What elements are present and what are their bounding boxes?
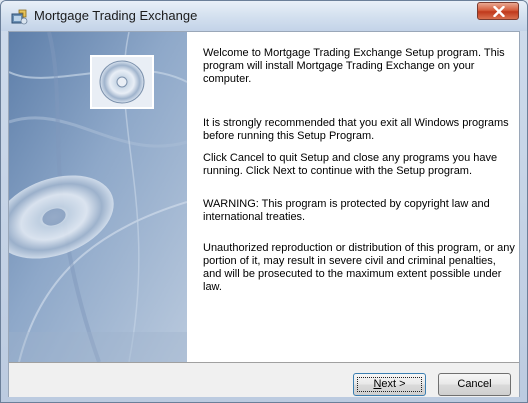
- setup-banner-image: [9, 32, 187, 362]
- focus-rectangle: [357, 377, 422, 392]
- window-title: Mortgage Trading Exchange: [34, 8, 198, 23]
- banner-artwork: [9, 32, 187, 362]
- close-button[interactable]: [477, 2, 519, 20]
- title-bar[interactable]: Mortgage Trading Exchange: [1, 1, 527, 31]
- setup-installer-icon: [11, 9, 28, 25]
- cancel-label: Cancel: [457, 378, 492, 390]
- setup-window: Mortgage Trading Exchange Welcome to Mor…: [0, 0, 528, 403]
- next-button[interactable]: Next >: [353, 373, 426, 396]
- button-bar: Next > Cancel: [9, 362, 519, 397]
- cancel-button[interactable]: Cancel: [438, 373, 511, 396]
- close-icon: [493, 6, 505, 17]
- cancel-next-instructions: Click Cancel to quit Setup and close any…: [203, 152, 498, 177]
- warning-text: WARNING: This program is protected by co…: [203, 198, 490, 223]
- setup-dialog-body: Welcome to Mortgage Trading Exchange Set…: [8, 31, 520, 397]
- legal-notice-text: Unauthorized reproduction or distributio…: [203, 242, 515, 293]
- welcome-text: Welcome to Mortgage Trading Exchange Set…: [203, 47, 505, 85]
- exit-programs-text: It is strongly recommended that you exit…: [203, 117, 509, 142]
- setup-message-panel: Welcome to Mortgage Trading Exchange Set…: [187, 32, 519, 362]
